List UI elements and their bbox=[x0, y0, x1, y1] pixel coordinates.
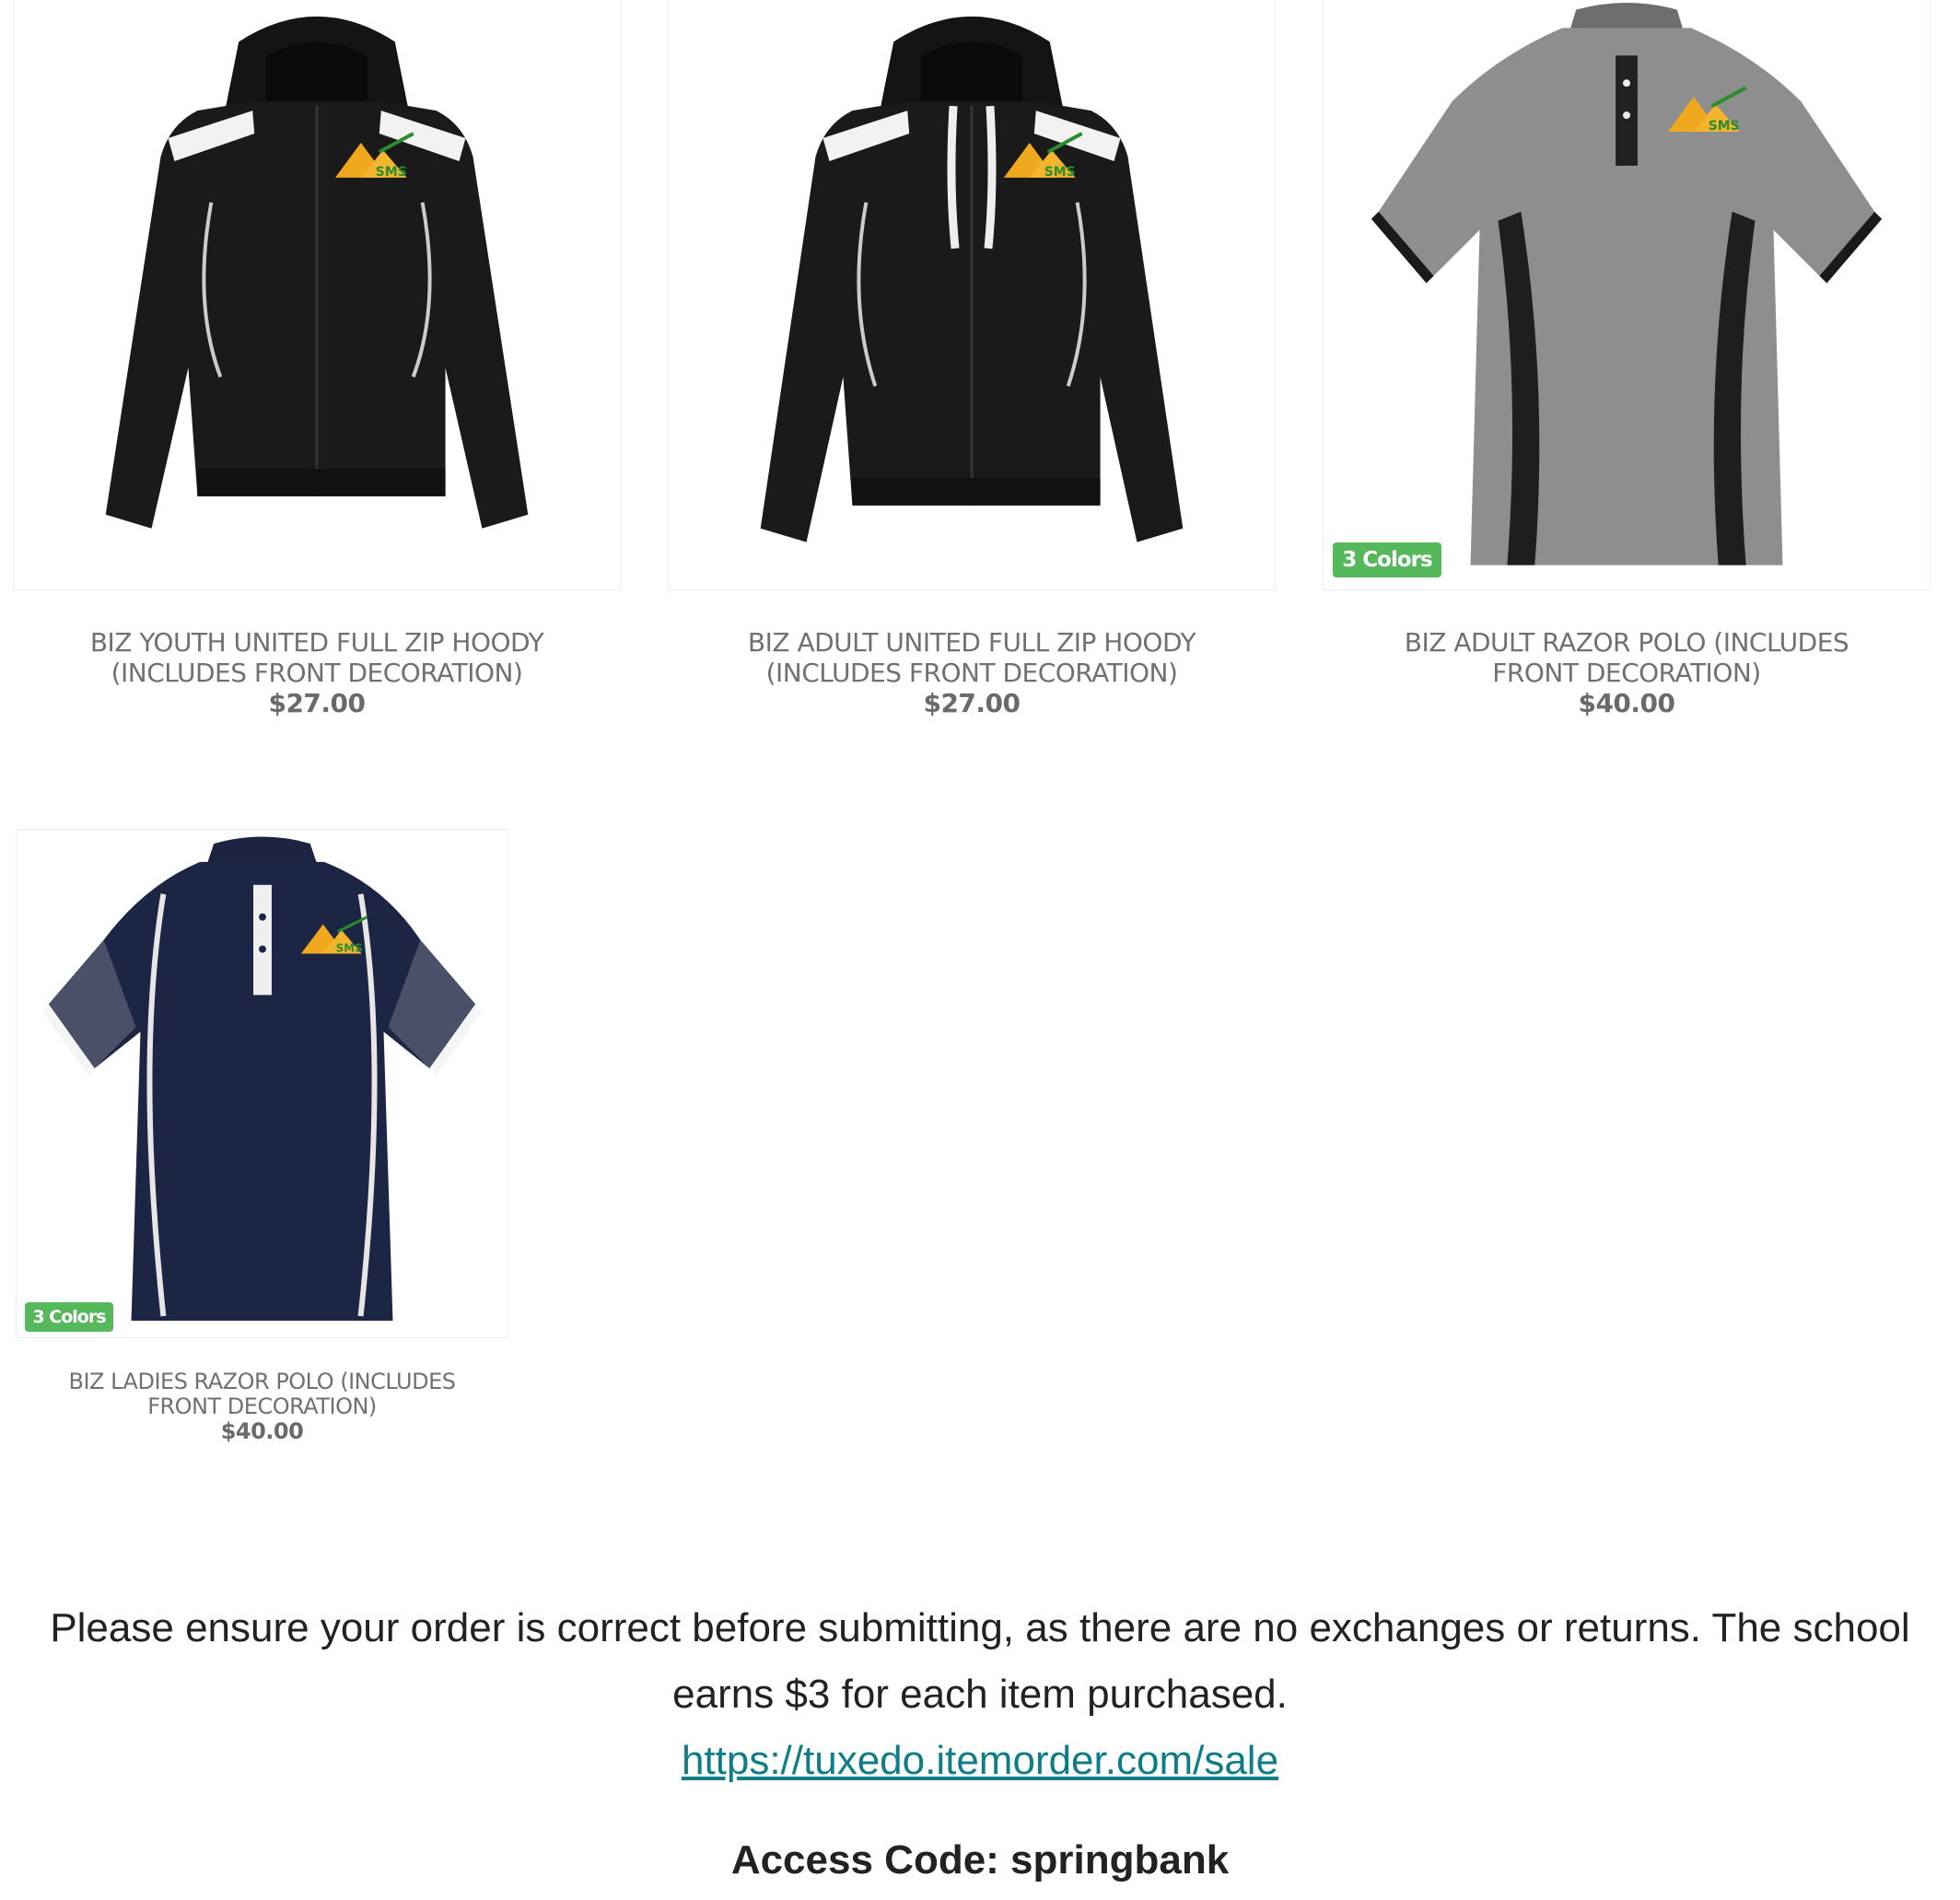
hoody-image: SMS bbox=[105, 16, 529, 529]
product-name[interactable]: BIZ LADIES RAZOR POLO (INCLUDES FRONT DE… bbox=[16, 1370, 508, 1419]
svg-text:SMS: SMS bbox=[336, 942, 363, 955]
polo-image: SMS bbox=[41, 836, 483, 1322]
access-code: Access Code: springbank bbox=[730, 1837, 1230, 1883]
svg-text:SMS: SMS bbox=[1709, 119, 1740, 134]
product-name[interactable]: BIZ ADULT RAZOR POLO (INCLUDES FRONT DEC… bbox=[1323, 627, 1931, 688]
product-card-youth-hoody[interactable]: SMS BIZ YOUTH UNITED FULL ZIP HOODY (INC… bbox=[13, 0, 621, 737]
sale-link[interactable]: https://tuxedo.itemorder.com/sale bbox=[682, 1738, 1278, 1783]
svg-text:SMS: SMS bbox=[376, 165, 407, 180]
polo-image: SMS bbox=[1371, 2, 1883, 565]
product-caption[interactable]: BIZ ADULT RAZOR POLO (INCLUDES FRONT DEC… bbox=[1323, 627, 1931, 718]
product-card-adult-polo[interactable]: SMS 3 Colors BIZ ADULT RAZOR POLO (INCLU… bbox=[1323, 0, 1931, 737]
order-notice: Please ensure your order is correct befo… bbox=[0, 1595, 1960, 1794]
color-count-badge: 3 Colors bbox=[1333, 542, 1441, 577]
notice-message: Please ensure your order is correct befo… bbox=[50, 1605, 1910, 1717]
product-price: $40.00 bbox=[220, 1418, 304, 1444]
product-caption[interactable]: BIZ YOUTH UNITED FULL ZIP HOODY (INCLUDE… bbox=[13, 627, 621, 718]
product-image-frame[interactable]: SMS 3 Colors bbox=[16, 829, 508, 1338]
product-name[interactable]: BIZ YOUTH UNITED FULL ZIP HOODY (INCLUDE… bbox=[13, 627, 621, 688]
product-image-frame[interactable]: SMS bbox=[13, 0, 621, 590]
hoody-image: SMS bbox=[760, 16, 1184, 542]
product-image-frame[interactable]: SMS bbox=[668, 0, 1276, 590]
product-price: $27.00 bbox=[268, 688, 366, 718]
product-price: $40.00 bbox=[1578, 688, 1675, 718]
product-card-adult-hoody[interactable]: SMS BIZ ADULT UNITED FULL ZIP HOODY (INC… bbox=[668, 0, 1276, 737]
product-caption[interactable]: BIZ LADIES RAZOR POLO (INCLUDES FRONT DE… bbox=[16, 1370, 508, 1444]
product-price: $27.00 bbox=[923, 688, 1021, 718]
product-card-ladies-polo[interactable]: SMS 3 Colors BIZ LADIES RAZOR POLO (INCL… bbox=[16, 829, 508, 1455]
product-image-frame[interactable]: SMS 3 Colors bbox=[1323, 0, 1931, 590]
svg-text:SMS: SMS bbox=[1044, 165, 1076, 180]
product-name[interactable]: BIZ ADULT UNITED FULL ZIP HOODY (INCLUDE… bbox=[668, 627, 1276, 688]
product-caption[interactable]: BIZ ADULT UNITED FULL ZIP HOODY (INCLUDE… bbox=[668, 627, 1276, 718]
color-count-badge: 3 Colors bbox=[25, 1302, 113, 1332]
